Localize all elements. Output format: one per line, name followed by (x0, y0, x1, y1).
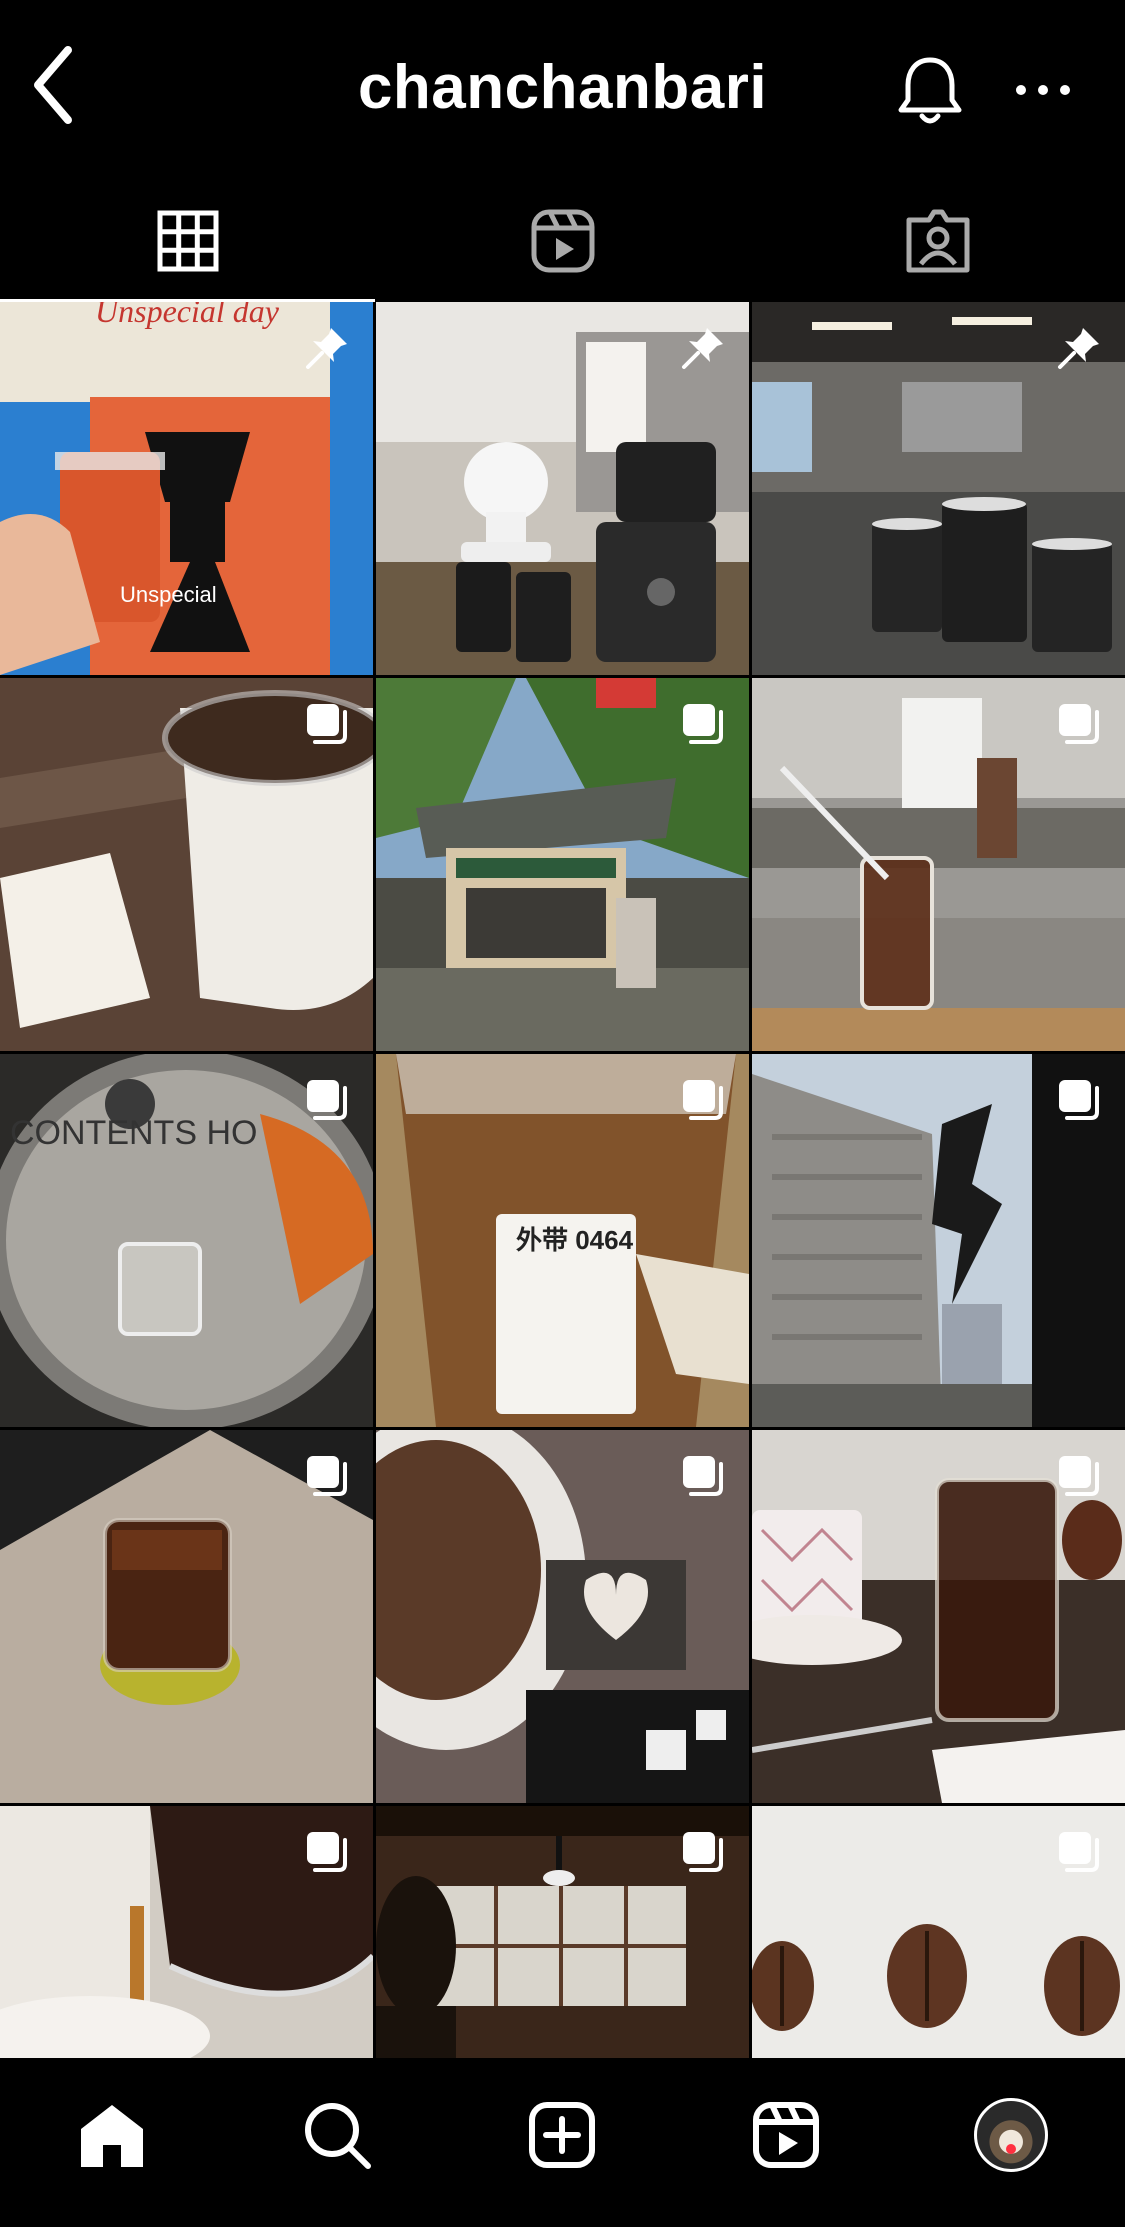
post-text: 外带 0464 (516, 1225, 634, 1255)
post-tile[interactable] (376, 1806, 749, 2060)
post-text: Unspecial day (95, 302, 280, 329)
pin-icon (682, 328, 723, 369)
more-horizontal-icon (1016, 85, 1070, 95)
more-options-button[interactable] (1008, 70, 1078, 110)
post-tile[interactable] (0, 678, 373, 1051)
home-icon (81, 2105, 143, 2167)
post-tile[interactable] (376, 1430, 749, 1803)
notifications-button[interactable] (895, 52, 965, 128)
post-text: Unspecial (120, 582, 217, 607)
pin-icon (306, 328, 347, 369)
reels-icon (531, 209, 594, 273)
post-tile[interactable] (376, 302, 749, 675)
tagged-person-icon (906, 209, 969, 273)
notification-dot (1006, 2144, 1016, 2154)
post-tile[interactable]: 外带 0464 (376, 1054, 749, 1427)
multi-post-icon (683, 704, 723, 744)
pin-icon (1058, 328, 1099, 369)
multi-post-icon (1059, 1456, 1099, 1496)
multi-post-icon (307, 1832, 347, 1872)
multi-post-icon (683, 1080, 723, 1120)
profile-avatar-icon (974, 2098, 1048, 2172)
multi-post-icon (1059, 1832, 1099, 1872)
tab-posts-grid[interactable] (0, 180, 375, 302)
post-tile[interactable] (752, 678, 1125, 1051)
bell-icon (898, 57, 962, 124)
multi-post-icon (683, 1832, 723, 1872)
multi-post-icon (683, 1456, 723, 1496)
multi-post-icon (1059, 704, 1099, 744)
posts-grid: Unspecial day Unspecial CONTENTS HO 外带 0… (0, 302, 1125, 2060)
post-tile[interactable] (752, 1806, 1125, 2060)
post-tile[interactable] (0, 1806, 373, 2060)
grid-icon (157, 210, 218, 272)
nav-search[interactable] (282, 2080, 392, 2190)
multi-post-icon (1059, 1080, 1099, 1120)
multi-post-icon (307, 1080, 347, 1120)
tab-reels[interactable] (375, 180, 750, 302)
nav-profile[interactable] (956, 2080, 1066, 2190)
multi-post-icon (307, 1456, 347, 1496)
profile-header: chanchanbari (0, 0, 1125, 180)
tab-tagged[interactable] (750, 180, 1125, 302)
nav-reels[interactable] (731, 2080, 841, 2190)
post-tile[interactable] (752, 1054, 1125, 1427)
post-tile[interactable] (0, 1430, 373, 1803)
post-tile[interactable]: CONTENTS HO (0, 1054, 373, 1427)
plus-square-icon (529, 2102, 595, 2168)
post-text: CONTENTS HO (10, 1114, 257, 1152)
post-tile[interactable]: Unspecial day Unspecial (0, 302, 373, 675)
bottom-nav (0, 2058, 1125, 2227)
post-tile[interactable] (752, 1430, 1125, 1803)
search-icon (305, 2103, 371, 2169)
post-tile[interactable] (752, 302, 1125, 675)
nav-create[interactable] (507, 2080, 617, 2190)
nav-home[interactable] (57, 2080, 167, 2190)
profile-screen: chanchanbari Unspecial day Unspecial CON… (0, 0, 1125, 2227)
multi-post-icon (307, 704, 347, 744)
profile-tabs (0, 180, 1125, 302)
reels-icon (753, 2102, 819, 2168)
post-tile[interactable] (376, 678, 749, 1051)
